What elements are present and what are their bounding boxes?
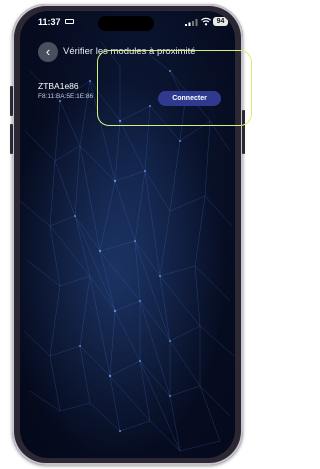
cellular-signal-icon <box>185 19 198 26</box>
wifi-icon <box>201 17 211 26</box>
app-screen: 11:37 94 ‹ Vérifier les modules à proxim… <box>20 11 235 458</box>
network-background <box>20 40 235 458</box>
notification-icon <box>65 19 74 24</box>
status-time: 11:37 <box>38 17 61 27</box>
header: ‹ Vérifier les modules à proximité <box>20 41 235 63</box>
connect-button[interactable]: Connecter <box>158 91 221 106</box>
chevron-left-icon: ‹ <box>45 44 51 59</box>
side-button-left <box>10 86 13 116</box>
side-button-right <box>242 110 245 154</box>
battery-icon: 94 <box>213 17 228 26</box>
side-button-left-2 <box>10 124 13 154</box>
status-bar: 11:37 94 <box>20 11 235 33</box>
page-title: Vérifier les modules à proximité <box>63 46 196 57</box>
dynamic-island <box>98 16 154 31</box>
back-button[interactable]: ‹ <box>38 42 58 62</box>
